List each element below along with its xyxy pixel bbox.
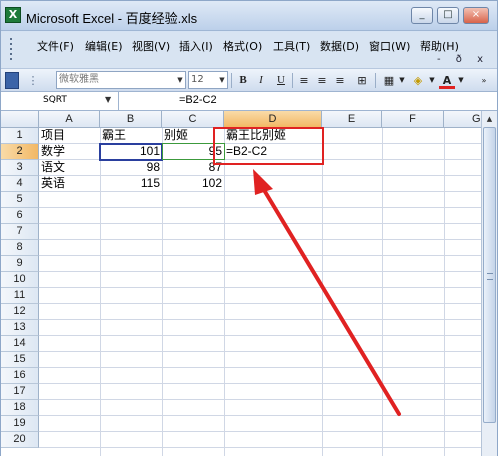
menu-window[interactable]: 窗口(W)	[369, 38, 410, 54]
window-title: Microsoft Excel - 百度经验.xls	[26, 11, 198, 26]
menu-data[interactable]: 数据(D)	[320, 38, 359, 54]
fill-color-icon[interactable]: ◈	[410, 72, 426, 89]
chevron-down-icon[interactable]: ▼	[105, 95, 111, 104]
menu-bar: 文件(F) 编辑(E) 视图(V) 插入(I) 格式(O) 工具(T) 数据(D…	[1, 32, 497, 68]
font-name-value: 微软雅黑	[59, 74, 99, 85]
formula-bar: SQRT ▼ =B2-C2	[1, 92, 497, 111]
toolbar-separator	[231, 73, 232, 88]
save-icon[interactable]	[5, 72, 19, 89]
close-button[interactable]: ×	[463, 7, 489, 24]
font-size-value: 12	[191, 74, 204, 85]
chevron-down-icon[interactable]: ▼	[175, 72, 185, 88]
font-name-select[interactable]: 微软雅黑 ▼	[56, 71, 186, 89]
toolbar-options-icon[interactable]: »	[477, 72, 491, 89]
minimize-button[interactable]: _	[411, 7, 433, 24]
title-bar: X Microsoft Excel - 百度经验.xls _ □ ×	[1, 1, 497, 31]
menu-view[interactable]: 视图(V)	[132, 38, 170, 54]
menu-tools[interactable]: 工具(T)	[273, 38, 310, 54]
annotation-arrow-icon	[253, 169, 401, 416]
bold-button[interactable]: B	[235, 72, 251, 89]
formatting-toolbar: ⋮ 微软雅黑 ▼ 12 ▼ B I U ≡ ≡ ≡ ⊞ ▦ ▼ ◈ ▼ A ▼ …	[1, 68, 497, 92]
formula-input[interactable]: =B2-C2	[179, 94, 217, 106]
align-right-icon[interactable]: ≡	[332, 72, 348, 89]
excel-window: X Microsoft Excel - 百度经验.xls _ □ × 文件(F)…	[0, 0, 498, 456]
toolbar-separator	[375, 73, 376, 88]
menu-help[interactable]: 帮助(H)	[420, 38, 459, 54]
align-left-icon[interactable]: ≡	[296, 72, 312, 89]
menu-grip-icon[interactable]	[5, 36, 19, 62]
menu-file[interactable]: 文件(F)	[37, 38, 74, 54]
merge-center-icon[interactable]: ⊞	[353, 72, 371, 89]
worksheet-grid: A B C D E F G 1 2 3 4 5 6 7 8 9 10 11 12…	[1, 111, 481, 456]
font-color-button[interactable]: A	[439, 72, 455, 89]
excel-app-icon: X	[5, 7, 21, 23]
scrollbar-thumb[interactable]	[483, 127, 496, 423]
align-center-icon[interactable]: ≡	[314, 72, 330, 89]
name-box[interactable]: SQRT	[1, 92, 119, 110]
font-size-select[interactable]: 12 ▼	[188, 71, 228, 89]
maximize-button[interactable]: □	[437, 7, 459, 24]
italic-button[interactable]: I	[253, 72, 269, 89]
toolbar-separator	[292, 73, 293, 88]
chevron-down-icon[interactable]: ▼	[398, 72, 406, 89]
menu-insert[interactable]: 插入(I)	[179, 38, 213, 54]
vertical-scrollbar[interactable]: ▲	[481, 111, 497, 456]
name-box-value: SQRT	[43, 95, 67, 105]
document-window-controls[interactable]: - ð x	[437, 54, 489, 65]
chevron-down-icon[interactable]: ▼	[217, 72, 227, 88]
toolbar-grip-icon[interactable]: ⋮	[25, 72, 41, 89]
scroll-up-icon[interactable]: ▲	[483, 112, 496, 126]
menu-format[interactable]: 格式(O)	[223, 38, 262, 54]
scrollbar-grip-icon	[487, 273, 493, 280]
chevron-down-icon[interactable]: ▼	[457, 72, 465, 89]
borders-icon[interactable]: ▦	[381, 72, 397, 89]
menu-edit[interactable]: 编辑(E)	[85, 38, 123, 54]
underline-button[interactable]: U	[273, 72, 289, 89]
chevron-down-icon[interactable]: ▼	[428, 72, 436, 89]
